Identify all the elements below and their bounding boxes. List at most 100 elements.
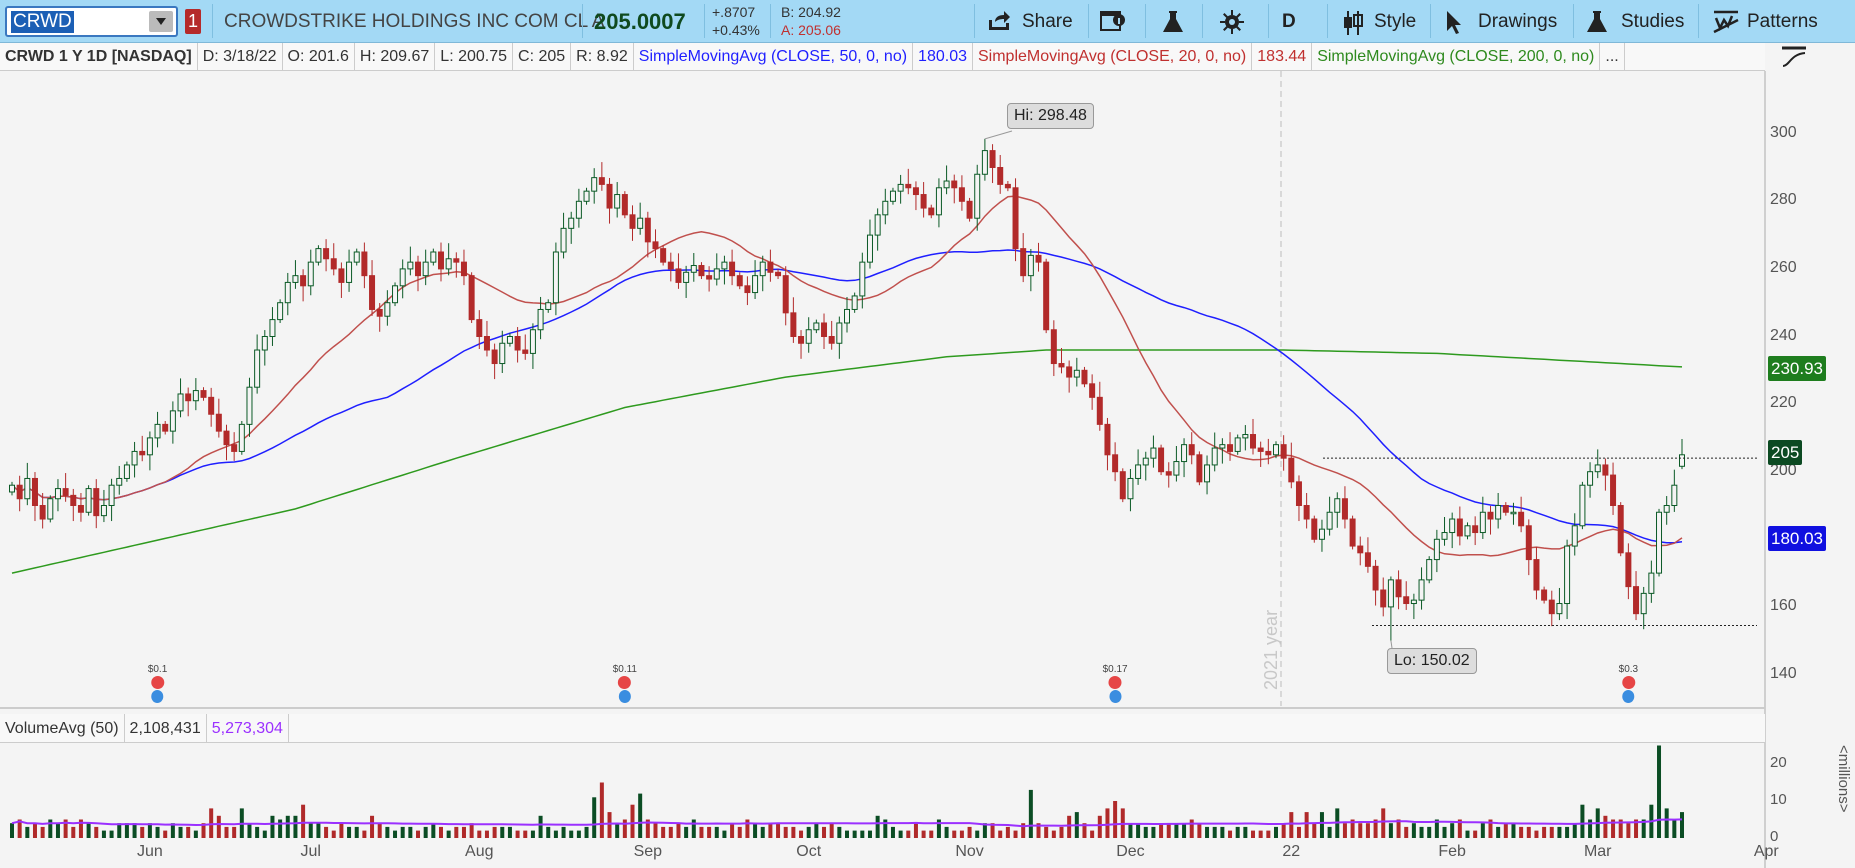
volume-bar — [377, 823, 382, 838]
volume-bar — [1143, 826, 1148, 838]
candle-body — [958, 187, 965, 202]
volume-bar — [362, 830, 367, 838]
candle — [1043, 258, 1050, 334]
candle — [277, 299, 284, 323]
earnings-phone-icon[interactable] — [618, 676, 632, 689]
candle-body — [261, 336, 268, 351]
candle-body — [1625, 552, 1632, 588]
earnings-event-marker[interactable]: $0.11 — [613, 664, 637, 703]
candle-body — [169, 410, 176, 432]
volume-bar — [1511, 823, 1516, 838]
volume-bar — [308, 823, 313, 838]
volume-bar — [607, 812, 612, 838]
volume-bar — [324, 826, 329, 838]
volume-bar — [929, 830, 934, 838]
volume-bar — [776, 823, 781, 838]
candle-body — [1135, 464, 1142, 479]
candle-body — [1380, 589, 1387, 608]
candle-body — [928, 207, 935, 216]
candle-body — [545, 302, 552, 310]
volume-bar — [216, 815, 221, 838]
candle-body — [660, 248, 667, 263]
volume-bar — [431, 823, 436, 838]
volume-bar — [722, 830, 727, 838]
price-plot-area — [0, 71, 1765, 706]
candle-body — [713, 268, 720, 280]
volume-bar — [1028, 789, 1033, 838]
dividend-drop-icon[interactable] — [1622, 690, 1635, 703]
candle-body — [1418, 579, 1425, 601]
dividend-drop-icon[interactable] — [618, 690, 631, 703]
candle-body — [70, 494, 77, 506]
candle-body — [361, 251, 368, 277]
volume-bar — [875, 815, 880, 838]
candle-body — [882, 200, 889, 216]
candle-body — [1449, 518, 1456, 534]
volume-bar — [975, 830, 980, 838]
candle-body — [460, 261, 467, 277]
volume-bar — [1396, 819, 1401, 838]
candle-body — [1073, 369, 1080, 378]
candle-body — [1548, 599, 1555, 615]
earnings-phone-icon[interactable] — [151, 676, 165, 689]
volume-bar — [25, 826, 30, 838]
candle — [1196, 451, 1203, 486]
candle-body — [1456, 518, 1463, 537]
candle-body — [1617, 505, 1624, 554]
volume-bar — [1680, 812, 1684, 838]
dividend-drop-icon[interactable] — [151, 690, 164, 703]
candle-body — [499, 342, 506, 365]
candle-body — [706, 275, 713, 280]
candle-body — [277, 302, 284, 321]
candle-body — [775, 271, 782, 277]
earnings-event-marker[interactable]: $0.3 — [1619, 664, 1638, 703]
earnings-phone-icon[interactable] — [1108, 676, 1122, 689]
candle-body — [100, 505, 107, 517]
volume-bar — [423, 826, 428, 838]
volume-bar — [530, 830, 535, 838]
candle-body — [721, 261, 728, 270]
volume-bar — [837, 826, 842, 838]
candle-body — [330, 258, 337, 270]
volume-bar — [998, 830, 1003, 838]
volume-bar — [707, 826, 712, 838]
volume-bar — [1312, 823, 1317, 838]
candle-body — [1104, 423, 1111, 456]
earnings-phone-icon[interactable] — [1621, 676, 1635, 689]
candle — [1311, 515, 1318, 543]
candle-body — [338, 268, 345, 283]
price-tick-label: 240 — [1770, 326, 1797, 344]
candle-body — [223, 430, 230, 446]
volume-bar — [1266, 830, 1271, 838]
candle-body — [790, 312, 797, 337]
candle-body — [208, 396, 215, 415]
volume-bar — [1427, 826, 1432, 838]
volume-bar — [1235, 826, 1240, 838]
high-price-label: Hi: 298.48 — [1007, 103, 1094, 129]
volume-bar — [829, 823, 834, 838]
volume-bar — [1411, 823, 1416, 838]
volume-study-label[interactable]: VolumeAvg (50) — [0, 714, 125, 742]
candle-body — [591, 177, 598, 192]
candle-body — [1663, 505, 1670, 513]
candle-body — [1165, 471, 1172, 476]
candle-body — [1326, 511, 1333, 530]
candle-body — [77, 505, 84, 513]
volume-bar — [898, 830, 903, 838]
candle — [1119, 468, 1126, 503]
price-tick-label: 140 — [1770, 664, 1797, 682]
candle-body — [667, 261, 674, 270]
volume-bar — [140, 826, 145, 838]
candle-body — [323, 248, 330, 260]
dividend-drop-icon[interactable] — [1109, 690, 1122, 703]
candle-body — [430, 251, 437, 263]
candle — [468, 272, 475, 323]
volume-bar — [768, 823, 773, 838]
volume-bar — [959, 830, 964, 838]
earnings-event-marker[interactable]: $0.1 — [148, 664, 167, 703]
volume-bar — [1273, 826, 1278, 838]
earnings-event-marker[interactable]: $0.17 — [1103, 664, 1128, 703]
candle-body — [453, 258, 460, 263]
candle-body — [9, 484, 15, 493]
volume-bar — [461, 826, 466, 838]
